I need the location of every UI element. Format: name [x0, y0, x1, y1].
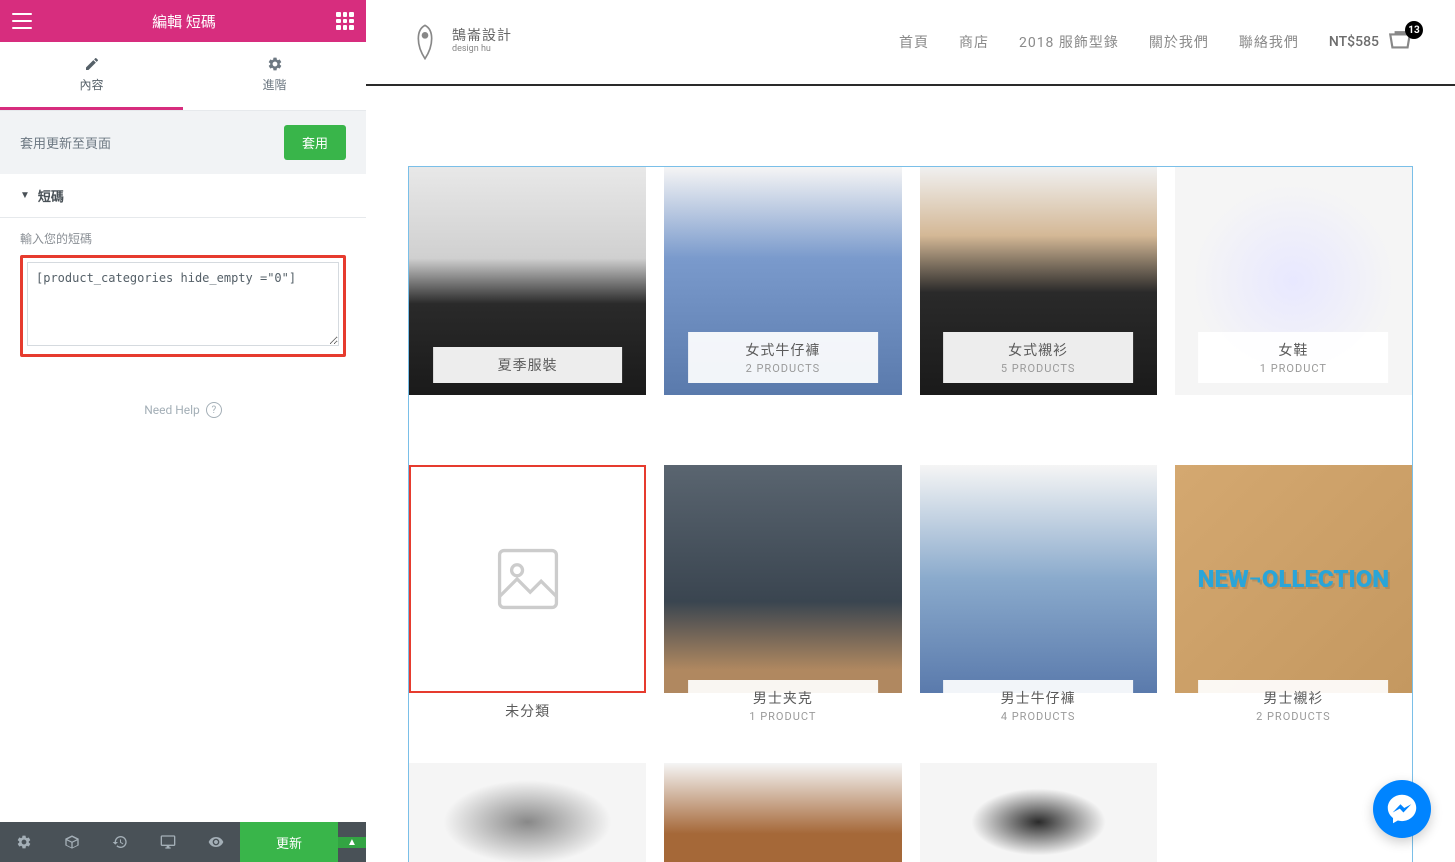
category-image	[409, 763, 646, 862]
category-card[interactable]: 女式牛仔褲2 PRODUCTS	[664, 167, 901, 395]
category-card[interactable]: 女鞋1 PRODUCT	[1175, 167, 1412, 395]
cart-widget[interactable]: NT$585 13	[1329, 31, 1413, 53]
category-card[interactable]	[409, 763, 646, 862]
settings-icon[interactable]	[0, 822, 48, 862]
widgets-grid-icon[interactable]	[336, 12, 354, 30]
tab-advanced[interactable]: 進階	[183, 42, 366, 110]
category-card[interactable]	[920, 763, 1157, 862]
shortcode-input[interactable]	[27, 262, 339, 346]
cart-icon: 13	[1387, 31, 1413, 53]
history-icon[interactable]	[96, 822, 144, 862]
shortcode-highlight-box	[20, 255, 346, 357]
apply-bar: 套用更新至頁面 套用	[0, 111, 366, 174]
apply-button[interactable]: 套用	[284, 125, 346, 160]
product-categories-grid: 夏季服裝 女式牛仔褲2 PRODUCTS 女式襯衫5 PRODUCTS 女鞋1 …	[408, 166, 1413, 862]
site-nav: 首頁 商店 2018 服飾型錄 關於我們 聯絡我們 NT$585 13	[899, 31, 1413, 53]
apply-label: 套用更新至頁面	[20, 133, 111, 152]
nav-about[interactable]: 關於我們	[1149, 32, 1209, 52]
category-image	[1175, 465, 1412, 693]
category-card[interactable]	[664, 763, 901, 862]
nav-home[interactable]: 首頁	[899, 32, 929, 52]
nav-catalog[interactable]: 2018 服飾型錄	[1019, 32, 1119, 52]
sidebar-tabs: 內容 進階	[0, 42, 366, 111]
shortcode-section-header[interactable]: ▼ 短碼	[0, 174, 366, 218]
messenger-chat-icon[interactable]	[1373, 780, 1431, 838]
shortcode-field-label: 輸入您的短碼	[20, 230, 346, 247]
site-logo[interactable]: 鵠崙設計 design hu	[408, 22, 512, 62]
preview-area: 鵠崙設計 design hu 首頁 商店 2018 服飾型錄 關於我們 聯絡我們…	[366, 0, 1455, 862]
hamburger-icon[interactable]	[12, 11, 32, 31]
category-card[interactable]: 男士牛仔褲4 PRODUCTS	[920, 465, 1157, 693]
category-image	[664, 763, 901, 862]
sidebar-footer: 更新 ▲	[0, 822, 366, 862]
help-icon: ?	[206, 402, 222, 418]
image-placeholder-icon	[493, 544, 563, 614]
sidebar-header: 編輯 短碼	[0, 0, 366, 42]
category-image	[664, 465, 901, 693]
site-header: 鵠崙設計 design hu 首頁 商店 2018 服飾型錄 關於我們 聯絡我們…	[366, 0, 1455, 86]
category-image	[920, 763, 1157, 862]
cart-badge: 13	[1405, 21, 1423, 39]
nav-contact[interactable]: 聯絡我們	[1239, 32, 1299, 52]
update-button[interactable]: 更新	[240, 822, 338, 862]
nav-shop[interactable]: 商店	[959, 32, 989, 52]
caret-down-icon: ▼	[20, 190, 30, 201]
category-card[interactable]: 男士夹克1 PRODUCT	[664, 465, 901, 693]
tab-content[interactable]: 內容	[0, 42, 183, 110]
navigator-icon[interactable]	[48, 822, 96, 862]
category-image	[920, 465, 1157, 693]
sidebar-content: 輸入您的短碼 Need Help ?	[0, 218, 366, 822]
category-card[interactable]: 女式襯衫5 PRODUCTS	[920, 167, 1157, 395]
editor-sidebar: 編輯 短碼 內容 進階 套用更新至頁面 套用 ▼ 短碼	[0, 0, 366, 862]
cart-price: NT$585	[1329, 34, 1379, 50]
category-card-uncategorized[interactable]: 未分類	[409, 465, 646, 693]
category-card[interactable]: 男士襯衫2 PRODUCTS	[1175, 465, 1412, 693]
preview-icon[interactable]	[192, 822, 240, 862]
update-options-caret[interactable]: ▲	[338, 837, 366, 848]
responsive-icon[interactable]	[144, 822, 192, 862]
need-help-link[interactable]: Need Help ?	[20, 402, 346, 418]
panel-title: 編輯 短碼	[152, 11, 216, 32]
logo-icon	[408, 22, 442, 62]
category-card[interactable]: 夏季服裝	[409, 167, 646, 395]
